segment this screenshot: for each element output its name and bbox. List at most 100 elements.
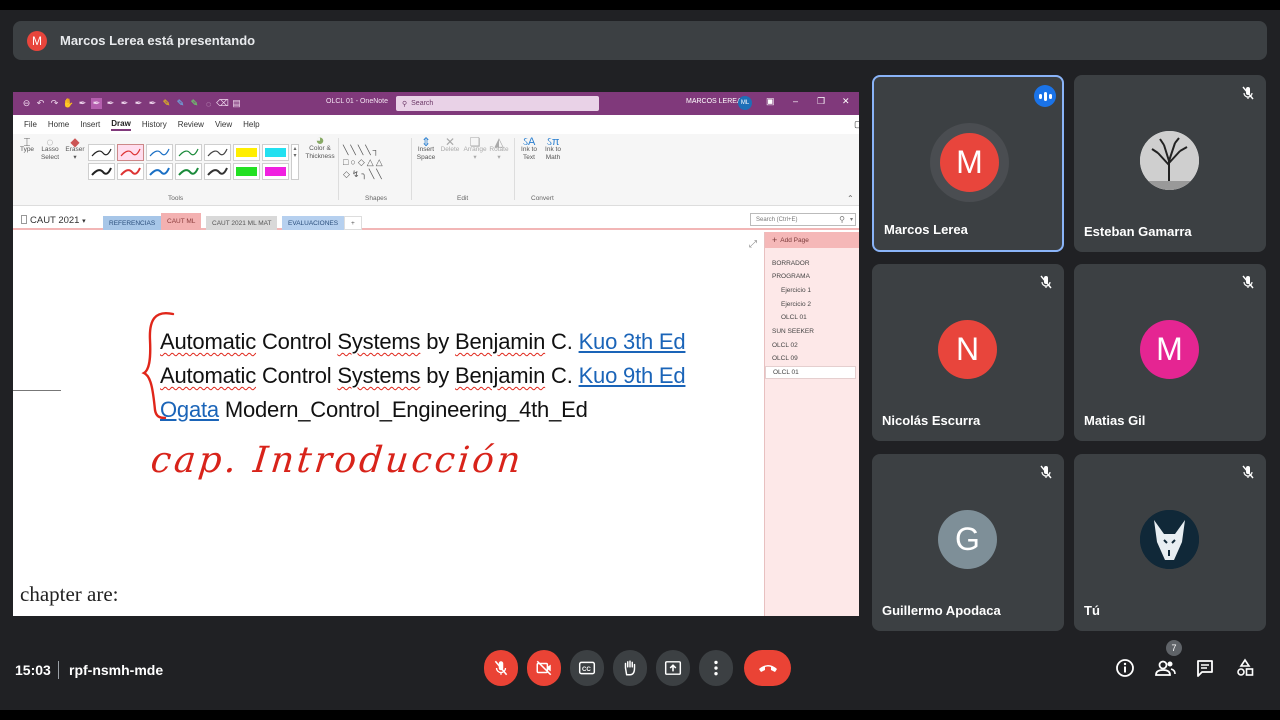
activities-button[interactable] <box>1234 657 1256 679</box>
lasso-select-button[interactable]: ◌ Lasso Select <box>39 136 61 162</box>
pen-blue-thick[interactable] <box>146 163 173 180</box>
collapse-ribbon-icon[interactable]: ⌃ <box>847 194 854 203</box>
highlighter-magenta[interactable] <box>262 163 289 180</box>
reference-word: Control <box>256 363 338 388</box>
tab-review[interactable]: Review <box>178 120 204 129</box>
toggle-mic-button[interactable] <box>484 650 518 686</box>
page-item[interactable]: OLCL 09 <box>772 355 798 362</box>
ink-to-text-button[interactable]: ઽA Ink to Text <box>518 137 540 162</box>
page-item[interactable]: PROGRAMA <box>772 273 810 280</box>
page-item[interactable]: Ejercicio 2 <box>781 301 811 308</box>
highlighter-icon[interactable]: ✎ <box>175 98 186 109</box>
tab-home[interactable]: Home <box>48 120 69 129</box>
insert-space-button[interactable]: ⇕ Insert Space <box>415 136 437 162</box>
pen-red-thin[interactable] <box>117 144 144 161</box>
page-item-selected[interactable]: OLCL 01 <box>765 366 856 379</box>
close-icon[interactable]: ✕ <box>842 96 850 107</box>
highlighter-cyan[interactable] <box>262 144 289 161</box>
redo-icon[interactable]: ↷ <box>49 98 60 109</box>
participant-tile[interactable]: M Matias Gil <box>1074 264 1266 441</box>
title-search-box[interactable]: ⚲ Search <box>396 96 599 111</box>
participant-tile[interactable]: N Nicolás Escurra <box>872 264 1064 441</box>
undo-icon[interactable]: ↶ <box>35 98 46 109</box>
back-icon[interactable]: ⊖ <box>21 98 32 109</box>
notebook-search-input[interactable]: Search (Ctrl+E) ⚲ ▾ <box>750 213 856 226</box>
minimize-icon[interactable]: – <box>793 96 798 106</box>
end-call-button[interactable] <box>744 650 791 686</box>
section-tab-evaluaciones[interactable]: EVALUACIONES <box>282 216 345 230</box>
pen-green-thin[interactable] <box>175 144 202 161</box>
eraser-button[interactable]: ◆ Eraser ▾ <box>64 136 86 162</box>
reference-link[interactable]: Kuo 3th Ed <box>579 329 686 354</box>
chat-button[interactable] <box>1194 657 1216 679</box>
tab-insert[interactable]: Insert <box>80 120 100 129</box>
pen-dark-thick[interactable] <box>204 163 231 180</box>
ribbon-display-icon[interactable]: ▣ <box>766 96 775 107</box>
highlighter-yellow[interactable] <box>233 144 260 161</box>
toggle-camera-button[interactable] <box>527 650 561 686</box>
add-section-button[interactable]: + <box>344 216 362 230</box>
pen-icon[interactable]: ✒ <box>119 98 130 109</box>
page-item[interactable]: Ejercicio 1 <box>781 287 811 294</box>
more-options-button[interactable] <box>699 650 733 686</box>
participant-tile[interactable]: Esteban Gamarra <box>1074 75 1266 252</box>
captions-button[interactable]: CC <box>570 650 604 686</box>
pen-icon[interactable]: ✒ <box>133 98 144 109</box>
notebook-pane-icon[interactable]: ▢ <box>854 119 859 130</box>
ruler-icon[interactable]: ▤ <box>231 98 242 109</box>
tab-file[interactable]: File <box>24 120 37 129</box>
eraser-icon[interactable]: ⌫ <box>216 98 229 109</box>
pen-blue-thin[interactable] <box>146 144 173 161</box>
arrange-button[interactable]: ❏ Arrange ▾ <box>462 136 488 162</box>
tab-history[interactable]: History <box>142 120 167 129</box>
lasso-icon[interactable]: ◌ <box>203 98 214 109</box>
section-tab-caut-ml[interactable]: CAUT ML <box>161 213 202 230</box>
pen-icon[interactable]: ✒ <box>147 98 158 109</box>
page-item[interactable]: SUN SEEKER <box>772 328 814 335</box>
restore-icon[interactable]: ❐ <box>817 96 825 107</box>
rotate-button[interactable]: ◭ Rotate ▾ <box>487 136 511 162</box>
tab-view[interactable]: View <box>215 120 232 129</box>
pen-icon[interactable]: ✒ <box>105 98 116 109</box>
delete-button[interactable]: ✕ Delete <box>439 136 461 154</box>
highlighter-icon[interactable]: ✎ <box>161 98 172 109</box>
expand-icon[interactable]: ⤢ <box>749 239 757 250</box>
highlighter-green[interactable] <box>233 163 260 180</box>
pen-green-thick[interactable] <box>175 163 202 180</box>
page-item[interactable]: BORRADOR <box>772 260 810 267</box>
pen-gray-thin[interactable] <box>204 144 231 161</box>
notebook-selector[interactable]: CAUT 2021 ▾ <box>21 215 86 226</box>
section-tab-referencias[interactable]: REFERENCIAS <box>103 216 162 230</box>
pen-red-thick[interactable] <box>117 163 144 180</box>
type-button[interactable]: ⌶ Type <box>19 136 35 154</box>
participant-tile[interactable]: G Guillermo Apodaca <box>872 454 1064 631</box>
participant-tile[interactable]: M Marcos Lerea <box>872 75 1064 252</box>
reference-link[interactable]: Ogata <box>160 397 219 422</box>
tab-draw[interactable]: Draw <box>111 119 131 131</box>
highlighter-icon[interactable]: ✎ <box>189 98 200 109</box>
user-avatar[interactable]: ML <box>738 96 752 110</box>
add-page-button[interactable]: + Add Page <box>765 232 859 248</box>
meeting-info-button[interactable] <box>1114 657 1136 679</box>
pen-black-thin[interactable] <box>88 144 115 161</box>
note-canvas[interactable]: ⤢ Automatic Control Systems by Benjamin … <box>13 232 764 616</box>
color-thickness-button[interactable]: ◕ Color & Thickness <box>303 133 337 161</box>
pen-gallery-scroll[interactable]: ▴ ▾ <box>291 144 299 180</box>
shapes-gallery[interactable]: ╲╲╲╲┐ □○◇△△ ◇↯╮╲╲ <box>343 144 407 182</box>
participant-tile[interactable]: Tú <box>1074 454 1266 631</box>
reference-link[interactable]: Kuo 9th Ed <box>579 363 686 388</box>
present-button[interactable] <box>656 650 690 686</box>
page-item[interactable]: OLCL 01 <box>781 314 807 321</box>
tab-help[interactable]: Help <box>243 120 259 129</box>
touch-icon[interactable]: ✋ <box>63 98 74 109</box>
pen-icon[interactable]: ✒ <box>77 98 88 109</box>
people-button[interactable] <box>1154 657 1176 679</box>
group-tools-label: Tools <box>168 195 184 202</box>
user-name[interactable]: MARCOS LEREA <box>686 98 742 105</box>
raise-hand-button[interactable] <box>613 650 647 686</box>
page-item[interactable]: OLCL 02 <box>772 342 798 349</box>
ink-to-math-button[interactable]: ઽπ Ink to Math <box>542 137 564 162</box>
pen-icon[interactable]: ✒ <box>91 98 102 109</box>
section-tab-caut-2021-ml-mat[interactable]: CAUT 2021 ML MAT <box>206 216 278 230</box>
pen-black-thick[interactable] <box>88 163 115 180</box>
